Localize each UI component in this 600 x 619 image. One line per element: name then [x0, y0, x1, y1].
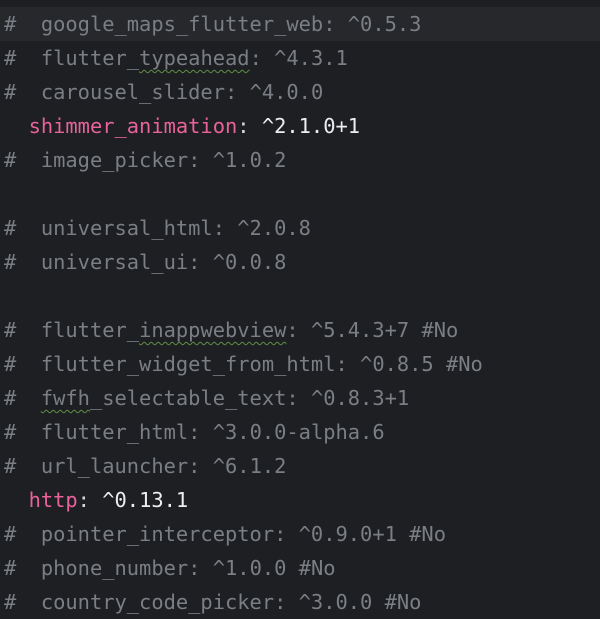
code-line[interactable]: # google_maps_flutter_web: ^0.5.3 — [0, 7, 600, 41]
dependency-name: fwfh_selectable_text — [40, 386, 287, 410]
blank-line[interactable] — [0, 177, 600, 211]
spelling-squiggle: typeahead — [139, 46, 250, 70]
dependency-version: ^1.0.0 #No — [212, 556, 336, 580]
code-line[interactable]: # flutter_inappwebview: ^5.4.3+7 #No — [0, 313, 600, 347]
blank-line[interactable] — [0, 279, 600, 313]
dependency-version: ^4.0.0 — [249, 80, 324, 104]
dependency-name: url_launcher — [40, 454, 189, 478]
dependency-version: ^2.1.0+1 — [261, 114, 361, 138]
code-line[interactable]: # country_code_picker: ^3.0.0 #No — [0, 585, 600, 619]
dependency-name: flutter_html — [40, 420, 189, 444]
code-line[interactable]: shimmer_animation: ^2.1.0+1 — [0, 109, 600, 143]
dependency-name: flutter_inappwebview — [40, 318, 287, 342]
dependency-name: google_maps_flutter_web — [40, 12, 324, 36]
code-line[interactable]: # url_launcher: ^6.1.2 — [0, 449, 600, 483]
spelling-squiggle: inappwebview — [139, 318, 287, 342]
spelling-squiggle: fwfh — [40, 386, 90, 410]
dependency-version: ^3.0.0 #No — [298, 590, 422, 614]
dependency-name: shimmer_animation — [28, 114, 238, 138]
colon: : — [237, 114, 262, 138]
dependency-name: http — [28, 488, 78, 512]
code-editor[interactable]: # google_maps_flutter_web: ^0.5.3 # flutt… — [0, 7, 600, 619]
code-line[interactable]: # pointer_interceptor: ^0.9.0+1 #No — [0, 517, 600, 551]
dependency-version: ^1.0.2 — [212, 148, 287, 172]
dependency-version: ^0.13.1 — [102, 488, 189, 512]
dependency-version: ^0.8.3+1 — [310, 386, 410, 410]
code-line[interactable]: # image_picker: ^1.0.2 — [0, 143, 600, 177]
dependency-version: ^4.3.1 — [274, 46, 348, 70]
dependency-name: flutter_typeahead — [40, 46, 250, 70]
code-line[interactable]: # phone_number: ^1.0.0 #No — [0, 551, 600, 585]
code-line[interactable]: # flutter_html: ^3.0.0-alpha.6 — [0, 415, 600, 449]
code-line[interactable]: # flutter_widget_from_html: ^0.8.5 #No — [0, 347, 600, 381]
dependency-name: pointer_interceptor — [40, 522, 275, 546]
code-line[interactable]: # universal_ui: ^0.0.8 — [0, 245, 600, 279]
dependency-version: ^3.0.0-alpha.6 — [212, 420, 385, 444]
dependency-name: universal_html — [40, 216, 213, 240]
dependency-version: ^5.4.3+7 #No — [310, 318, 459, 342]
dependency-name: phone_number — [40, 556, 189, 580]
dependency-name: country_code_picker — [40, 590, 275, 614]
dependency-version: ^2.0.8 — [237, 216, 311, 240]
dependency-name: image_picker — [40, 148, 189, 172]
dependency-version: ^0.5.3 — [347, 12, 422, 36]
dependency-version: ^0.9.0+1 #No — [298, 522, 446, 546]
dependency-name: universal_ui — [40, 250, 189, 274]
dependency-version: ^6.1.2 — [212, 454, 287, 478]
dependency-version: ^0.8.5 #No — [360, 352, 483, 376]
code-line[interactable]: # universal_html: ^2.0.8 — [0, 211, 600, 245]
dependency-version: ^0.0.8 — [212, 250, 287, 274]
dependency-name: carousel_slider — [40, 80, 225, 104]
code-line[interactable]: http: ^0.13.1 — [0, 483, 600, 517]
dependency-name: flutter_widget_from_html — [40, 352, 336, 376]
code-line[interactable]: # carousel_slider: ^4.0.0 — [0, 75, 600, 109]
code-line[interactable]: # flutter_typeahead: ^4.3.1 — [0, 41, 600, 75]
colon: : — [77, 488, 103, 512]
code-line[interactable]: # fwfh_selectable_text: ^0.8.3+1 — [0, 381, 600, 415]
